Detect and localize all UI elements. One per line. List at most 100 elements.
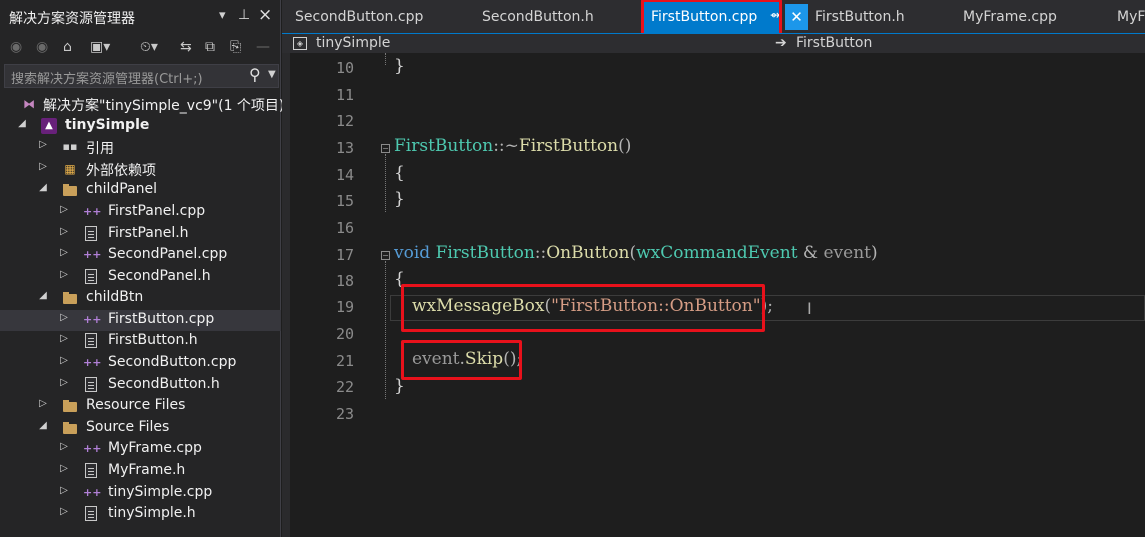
collapse-all-icon[interactable]: ⧉ (205, 37, 215, 57)
tree-item-childbtn[interactable]: ◢ childBtn (0, 288, 281, 309)
collapse-region-icon[interactable]: − (381, 144, 390, 153)
tree-item-file[interactable]: ▷ FirstPanel.h (0, 224, 281, 245)
tab-firstbutton-h[interactable]: FirstButton.h (815, 0, 905, 33)
line-number: 16 (335, 219, 354, 237)
forward-icon[interactable]: ◉ (36, 37, 48, 57)
collapsed-arrow-icon[interactable]: ▷ (58, 463, 70, 474)
tab-myframe-h[interactable]: MyFr (1117, 0, 1145, 33)
header-file-icon (85, 226, 97, 241)
tree-item-references[interactable]: ▷ ▪▪ 引用 (0, 137, 281, 158)
code-line-15: } (394, 189, 405, 209)
collapsed-arrow-icon[interactable]: ▷ (58, 204, 70, 215)
collapsed-arrow-icon[interactable]: ▷ (58, 441, 70, 452)
collapsed-arrow-icon[interactable]: ▷ (58, 333, 70, 344)
code-line-10: } (394, 56, 405, 76)
code-token: FirstButton (394, 136, 494, 156)
expanded-arrow-icon[interactable]: ◢ (37, 290, 49, 301)
fold-guide-line (385, 53, 386, 65)
expanded-arrow-icon[interactable]: ◢ (37, 182, 49, 193)
class-dropdown-label: FirstButton (796, 35, 873, 51)
tree-item-file[interactable]: ▷ ++ SecondPanel.cpp (0, 245, 281, 266)
close-icon[interactable]: × (258, 5, 272, 25)
tree-item-file[interactable]: ▷ ++ MyFrame.cpp (0, 439, 281, 460)
project-dropdown[interactable]: ◈ tinySimple (288, 34, 754, 53)
back-icon[interactable]: ◉ (10, 37, 22, 57)
tab-label: MyFrame.cpp (963, 9, 1057, 25)
line-number: 20 (335, 325, 354, 343)
code-token: FirstButton (518, 136, 619, 156)
code-token: ) (871, 243, 878, 263)
tree-item-file[interactable]: ▷ ++ tinySimple.cpp (0, 483, 281, 504)
tree-item-label: 引用 (86, 141, 114, 157)
pushpin-icon[interactable]: ⊥ (238, 7, 250, 23)
collapsed-arrow-icon[interactable]: ▷ (58, 226, 70, 237)
class-arrow-icon: ➔ (775, 35, 787, 51)
tree-item-label: MyFrame.cpp (108, 440, 202, 456)
show-all-files-icon[interactable]: ⎘ (230, 37, 241, 57)
code-token: & (797, 243, 824, 263)
line-number: 21 (335, 352, 354, 370)
header-file-icon (85, 506, 97, 521)
tree-item-file[interactable]: ▷ tinySimple.h (0, 504, 281, 525)
editor-navigation-bar: ◈ tinySimple ➔ FirstButton (282, 33, 1145, 53)
close-tab-icon[interactable]: ✕ (785, 4, 808, 30)
tree-item-project[interactable]: ◢ ▲ tinySimple (0, 116, 281, 137)
tree-item-file[interactable]: ▷ ++ SecondButton.cpp (0, 353, 281, 374)
code-token: OnButton (546, 243, 630, 263)
search-icon[interactable]: ⚲ (249, 65, 261, 84)
window-position-dropdown-icon[interactable]: ▾ (219, 8, 226, 23)
solution-explorer-toolbar: ◉ ◉ ⌂ ▣▾ ⏲▾ ⇆ ⧉ ⎘ — (0, 34, 281, 62)
tree-item-file[interactable]: ▷ SecondButton.h (0, 375, 281, 396)
collapsed-arrow-icon[interactable]: ▷ (58, 377, 70, 388)
search-options-icon[interactable]: ▼ (268, 69, 276, 80)
tree-item-label: FirstButton.cpp (108, 311, 215, 327)
collapsed-arrow-icon[interactable]: ▷ (37, 139, 49, 150)
tree-item-source-files[interactable]: ◢ Source Files (0, 418, 281, 439)
tree-item-file-selected[interactable]: ▷ ++ FirstButton.cpp (0, 310, 281, 331)
tree-item-label: FirstPanel.cpp (108, 203, 206, 219)
tree-item-label: tinySimple (65, 117, 150, 133)
home-icon[interactable]: ⌂ (63, 37, 72, 57)
collapse-region-icon[interactable]: − (381, 251, 390, 260)
tree-item-file[interactable]: ▷ SecondPanel.h (0, 267, 281, 288)
tree-item-label: childBtn (86, 289, 144, 305)
tree-item-file[interactable]: ▷ FirstButton.h (0, 331, 281, 352)
project-dropdown-label: tinySimple (316, 35, 391, 51)
tree-item-label: SecondPanel.cpp (108, 246, 228, 262)
tree-item-external-deps[interactable]: ▷ ▦ 外部依赖项 (0, 159, 281, 180)
pending-changes-filter-icon[interactable]: ⏲▾ (140, 37, 158, 57)
expanded-arrow-icon[interactable]: ◢ (37, 420, 49, 431)
collapsed-arrow-icon[interactable]: ▷ (58, 506, 70, 517)
tree-item-file[interactable]: ▷ ++ FirstPanel.cpp (0, 202, 281, 223)
collapsed-arrow-icon[interactable]: ▷ (37, 398, 49, 409)
header-file-icon (85, 269, 97, 284)
filter-folder-icon (62, 398, 78, 414)
line-number: 23 (335, 405, 354, 423)
tab-myframe-cpp[interactable]: MyFrame.cpp (963, 0, 1057, 33)
code-token: ::~ (493, 136, 519, 156)
switch-views-icon[interactable]: ▣▾ (90, 37, 110, 57)
collapsed-arrow-icon[interactable]: ▷ (58, 312, 70, 323)
filter-folder-icon (62, 182, 78, 198)
properties-icon[interactable]: — (256, 37, 270, 57)
tree-item-childpanel[interactable]: ◢ childPanel (0, 180, 281, 201)
code-editor[interactable]: 10 11 12 13 14 15 16 17 18 19 20 21 22 2… (282, 53, 1145, 537)
collapsed-arrow-icon[interactable]: ▷ (58, 269, 70, 280)
solution-explorer-search[interactable]: 搜索解决方案资源管理器(Ctrl+;) ⚲ ▼ (4, 64, 279, 88)
sync-icon[interactable]: ⇆ (180, 37, 192, 57)
line-number: 18 (335, 272, 354, 290)
tree-item-resource-files[interactable]: ▷ Resource Files (0, 396, 281, 417)
collapsed-arrow-icon[interactable]: ▷ (37, 161, 49, 172)
line-number: 14 (335, 166, 354, 184)
collapsed-arrow-icon[interactable]: ▷ (58, 247, 70, 258)
collapsed-arrow-icon[interactable]: ▷ (58, 355, 70, 366)
expanded-arrow-icon[interactable]: ◢ (16, 118, 28, 129)
tree-item-solution[interactable]: ⧓ 解决方案"tinySimple_vc9"(1 个项目) (0, 94, 285, 115)
tree-item-label: 外部依赖项 (86, 163, 156, 179)
text-cursor-icon: I (807, 299, 812, 318)
tab-secondbutton-h[interactable]: SecondButton.h (482, 0, 594, 33)
tree-item-label: 解决方案"tinySimple_vc9"(1 个项目) (43, 98, 285, 114)
collapsed-arrow-icon[interactable]: ▷ (58, 485, 70, 496)
tree-item-file[interactable]: ▷ MyFrame.h (0, 461, 281, 482)
tab-secondbutton-cpp[interactable]: SecondButton.cpp (295, 0, 423, 33)
